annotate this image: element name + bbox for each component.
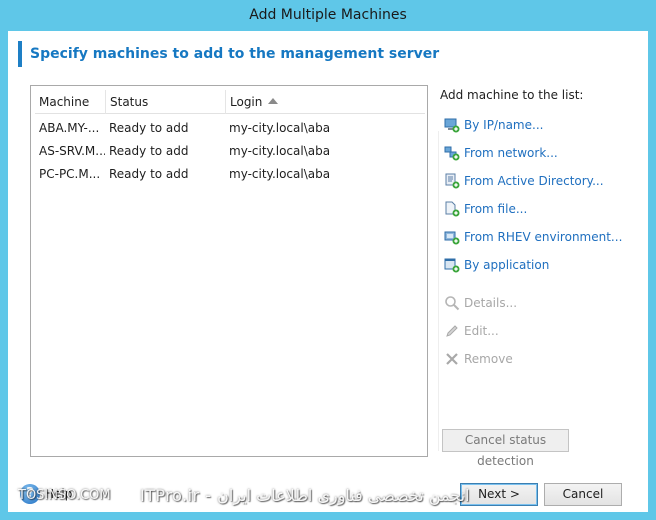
dialog-window: Add Multiple Machines Specify machines t…: [0, 0, 656, 520]
status-cell: Ready to add: [109, 121, 189, 135]
table-row[interactable]: PC-PC.M... Ready to add my-city.local\ab…: [35, 163, 425, 186]
remove-x-icon: [446, 353, 458, 365]
status-cell: Ready to add: [109, 167, 189, 181]
column-header-status[interactable]: Status: [105, 90, 225, 114]
login-cell: my-city.local\aba: [229, 144, 331, 158]
magnifier-icon: [445, 296, 460, 311]
side-divider: [438, 131, 439, 451]
table-row[interactable]: AS-SRV.M... Ready to add my-city.local\a…: [35, 140, 425, 163]
cancel-status-detection-button[interactable]: Cancel status detection: [442, 429, 569, 468]
watermark-right-text: ITPro.ir - انجمن تخصصی فناوری اطلاعات ای…: [140, 486, 470, 505]
machine-cell: ABA.MY-...: [39, 121, 100, 135]
login-cell: my-city.local\aba: [229, 167, 331, 181]
rhev-add-icon: [444, 231, 460, 245]
machine-list[interactable]: Machine Status Login ABA.MY-... Ready to…: [30, 85, 428, 457]
login-cell: my-city.local\aba: [229, 121, 331, 135]
file-add-icon: [445, 201, 460, 217]
watermark: TOSINSO.COM ITPro.ir - انجمن تخصصی فناور…: [0, 481, 656, 511]
add-machine-title: Add machine to the list:: [440, 88, 584, 102]
network-add-icon: [444, 146, 460, 161]
computer-add-icon: [444, 118, 460, 133]
column-header-login[interactable]: Login: [225, 90, 425, 114]
application-add-icon: [444, 258, 460, 273]
directory-add-icon: [445, 173, 460, 189]
page-heading: Specify machines to add to the managemen…: [18, 41, 439, 67]
status-cell: Ready to add: [109, 144, 189, 158]
machine-cell: AS-SRV.M...: [39, 144, 105, 158]
window-title: Add Multiple Machines: [249, 7, 407, 23]
table-row[interactable]: ABA.MY-... Ready to add my-city.local\ab…: [35, 117, 425, 140]
dialog-client-area: Specify machines to add to the managemen…: [8, 31, 648, 512]
column-header-machine[interactable]: Machine: [35, 90, 105, 114]
watermark-left-text: TOSINSO.COM: [18, 488, 111, 503]
machine-cell: PC-PC.M...: [39, 167, 101, 181]
pencil-icon: [446, 325, 458, 337]
sort-ascending-icon: [268, 98, 279, 104]
list-header: Machine Status Login: [35, 90, 425, 114]
